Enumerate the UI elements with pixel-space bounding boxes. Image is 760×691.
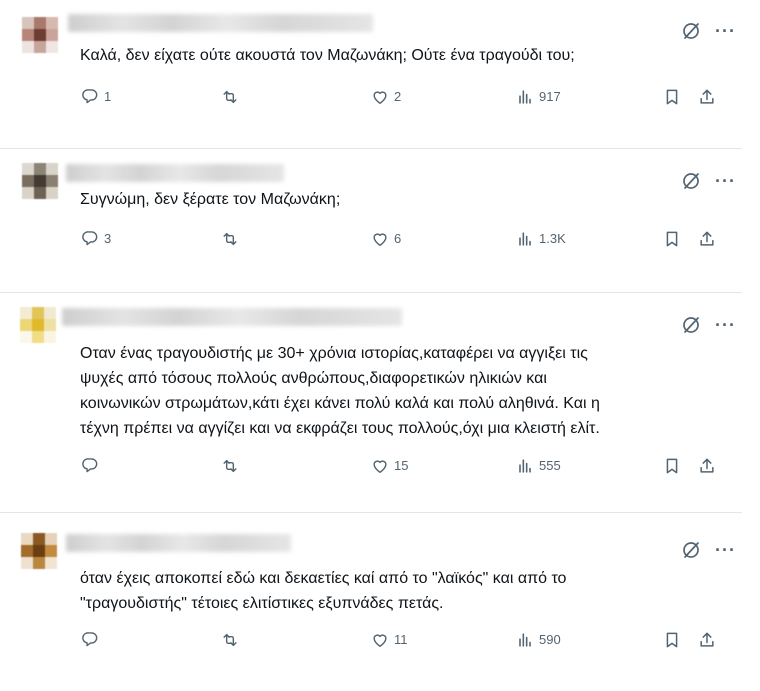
- grok-icon[interactable]: [681, 540, 701, 560]
- reply-button[interactable]: 1: [80, 87, 111, 107]
- tweet-separator: [0, 148, 742, 149]
- tweet-text: όταν έχεις αποκοπεί εδώ και δεκαετίες κα…: [80, 566, 730, 616]
- tweet-top-actions: ···: [681, 21, 736, 41]
- bookmark-button[interactable]: [662, 456, 682, 476]
- avatar[interactable]: [20, 307, 56, 343]
- tweet-text-line: Οταν ένας τραγουδιστής με 30+ χρόνια ιστ…: [80, 345, 588, 362]
- like-button[interactable]: 11: [370, 630, 408, 650]
- like-icon: [373, 460, 387, 473]
- like-button[interactable]: 6: [370, 229, 401, 249]
- avatar[interactable]: [22, 163, 58, 199]
- repost-button[interactable]: [220, 456, 244, 476]
- more-icon[interactable]: ···: [715, 316, 736, 334]
- views-icon: [519, 459, 531, 473]
- views-button[interactable]: 1.3K: [515, 229, 566, 249]
- tweet-action-bar: 1 2 917: [80, 87, 720, 111]
- bookmark-icon: [666, 231, 678, 247]
- author-name-redacted[interactable]: [62, 308, 402, 326]
- views-count: 590: [539, 632, 561, 647]
- tweet-text-line: τέχνη πρέπει να αγγίζει και να εκφράζει …: [80, 420, 600, 437]
- tweet-top-actions: ···: [681, 315, 736, 335]
- share-button[interactable]: [697, 87, 717, 107]
- more-icon[interactable]: ···: [715, 22, 736, 40]
- repost-icon: [223, 232, 237, 246]
- reply-count: 1: [104, 89, 112, 104]
- views-icon: [519, 90, 531, 104]
- author-name-redacted[interactable]: [66, 164, 284, 182]
- share-button[interactable]: [697, 229, 717, 249]
- like-icon: [373, 634, 387, 647]
- reply-button[interactable]: [80, 630, 104, 650]
- share-button[interactable]: [697, 456, 717, 476]
- tweet-text-line: Συγνώμη, δεν ξέρατε τον Μαζωνάκη;: [80, 191, 341, 208]
- like-button[interactable]: 15: [370, 456, 408, 476]
- share-icon: [700, 458, 714, 473]
- views-button[interactable]: 590: [515, 630, 561, 650]
- views-button[interactable]: 917: [515, 87, 561, 107]
- tweet-separator: [0, 512, 742, 513]
- share-icon: [700, 231, 714, 246]
- avatar[interactable]: [22, 17, 58, 53]
- reply-button[interactable]: 3: [80, 229, 111, 249]
- grok-icon[interactable]: [681, 315, 701, 335]
- tweet-separator: [0, 292, 742, 293]
- tweet-text: Συγνώμη, δεν ξέρατε τον Μαζωνάκη;: [80, 187, 730, 212]
- like-icon: [373, 233, 387, 246]
- avatar[interactable]: [21, 533, 57, 569]
- reply-count: 3: [104, 231, 112, 246]
- views-icon: [519, 633, 531, 647]
- repost-button[interactable]: [220, 87, 244, 107]
- repost-button[interactable]: [220, 630, 244, 650]
- author-name-redacted[interactable]: [66, 534, 291, 552]
- like-count: 6: [394, 231, 402, 246]
- like-count: 2: [394, 89, 402, 104]
- bookmark-button[interactable]: [662, 87, 682, 107]
- like-button[interactable]: 2: [370, 87, 401, 107]
- reply-icon: [82, 458, 98, 473]
- views-count: 1.3K: [539, 231, 566, 246]
- repost-icon: [223, 633, 237, 647]
- reply-icon: [82, 231, 98, 246]
- like-icon: [373, 91, 387, 104]
- tweet-text-line: όταν έχεις αποκοπεί εδώ και δεκαετίες κα…: [80, 570, 567, 587]
- tweet-text-line: "τραγουδιστής" τέτοιες ελιτίστικες εξυπν…: [80, 595, 444, 612]
- bookmark-icon: [666, 458, 678, 474]
- tweet-action-bar: 11 590: [80, 630, 720, 654]
- more-icon[interactable]: ···: [715, 541, 736, 559]
- views-button[interactable]: 555: [515, 456, 561, 476]
- reply-icon: [82, 632, 98, 647]
- reply-button[interactable]: [80, 456, 104, 476]
- repost-button[interactable]: [220, 229, 244, 249]
- bookmark-icon: [666, 632, 678, 648]
- views-count: 917: [539, 89, 561, 104]
- grok-icon[interactable]: [681, 21, 701, 41]
- tweet-text-line: ψυχές από τόσους πολλούς ανθρώπους,διαφο…: [80, 370, 547, 387]
- author-name-redacted[interactable]: [68, 14, 373, 32]
- tweet-text-line: κοινωνικών στρωμάτων,κάτι έχει κάνει πολ…: [80, 395, 600, 412]
- more-icon[interactable]: ···: [715, 172, 736, 190]
- bookmark-button[interactable]: [662, 630, 682, 650]
- bookmark-button[interactable]: [662, 229, 682, 249]
- bookmark-icon: [666, 89, 678, 105]
- like-count: 15: [394, 458, 409, 473]
- reply-icon: [82, 89, 98, 104]
- tweet-text: Καλά, δεν είχατε ούτε ακουστά τον Μαζωνά…: [80, 43, 730, 68]
- like-count: 11: [394, 632, 408, 647]
- tweet-text: Οταν ένας τραγουδιστής με 30+ χρόνια ιστ…: [80, 341, 730, 441]
- share-icon: [700, 632, 714, 647]
- repost-icon: [223, 90, 237, 104]
- share-button[interactable]: [697, 630, 717, 650]
- tweet-top-actions: ···: [681, 540, 736, 560]
- views-icon: [519, 232, 531, 246]
- tweet-text-line: Καλά, δεν είχατε ούτε ακουστά τον Μαζωνά…: [80, 47, 575, 64]
- share-icon: [700, 89, 714, 104]
- tweet-action-bar: 15 555: [80, 456, 720, 480]
- tweet-action-bar: 3 6 1.3K: [80, 229, 720, 253]
- views-count: 555: [539, 458, 561, 473]
- repost-icon: [223, 459, 237, 473]
